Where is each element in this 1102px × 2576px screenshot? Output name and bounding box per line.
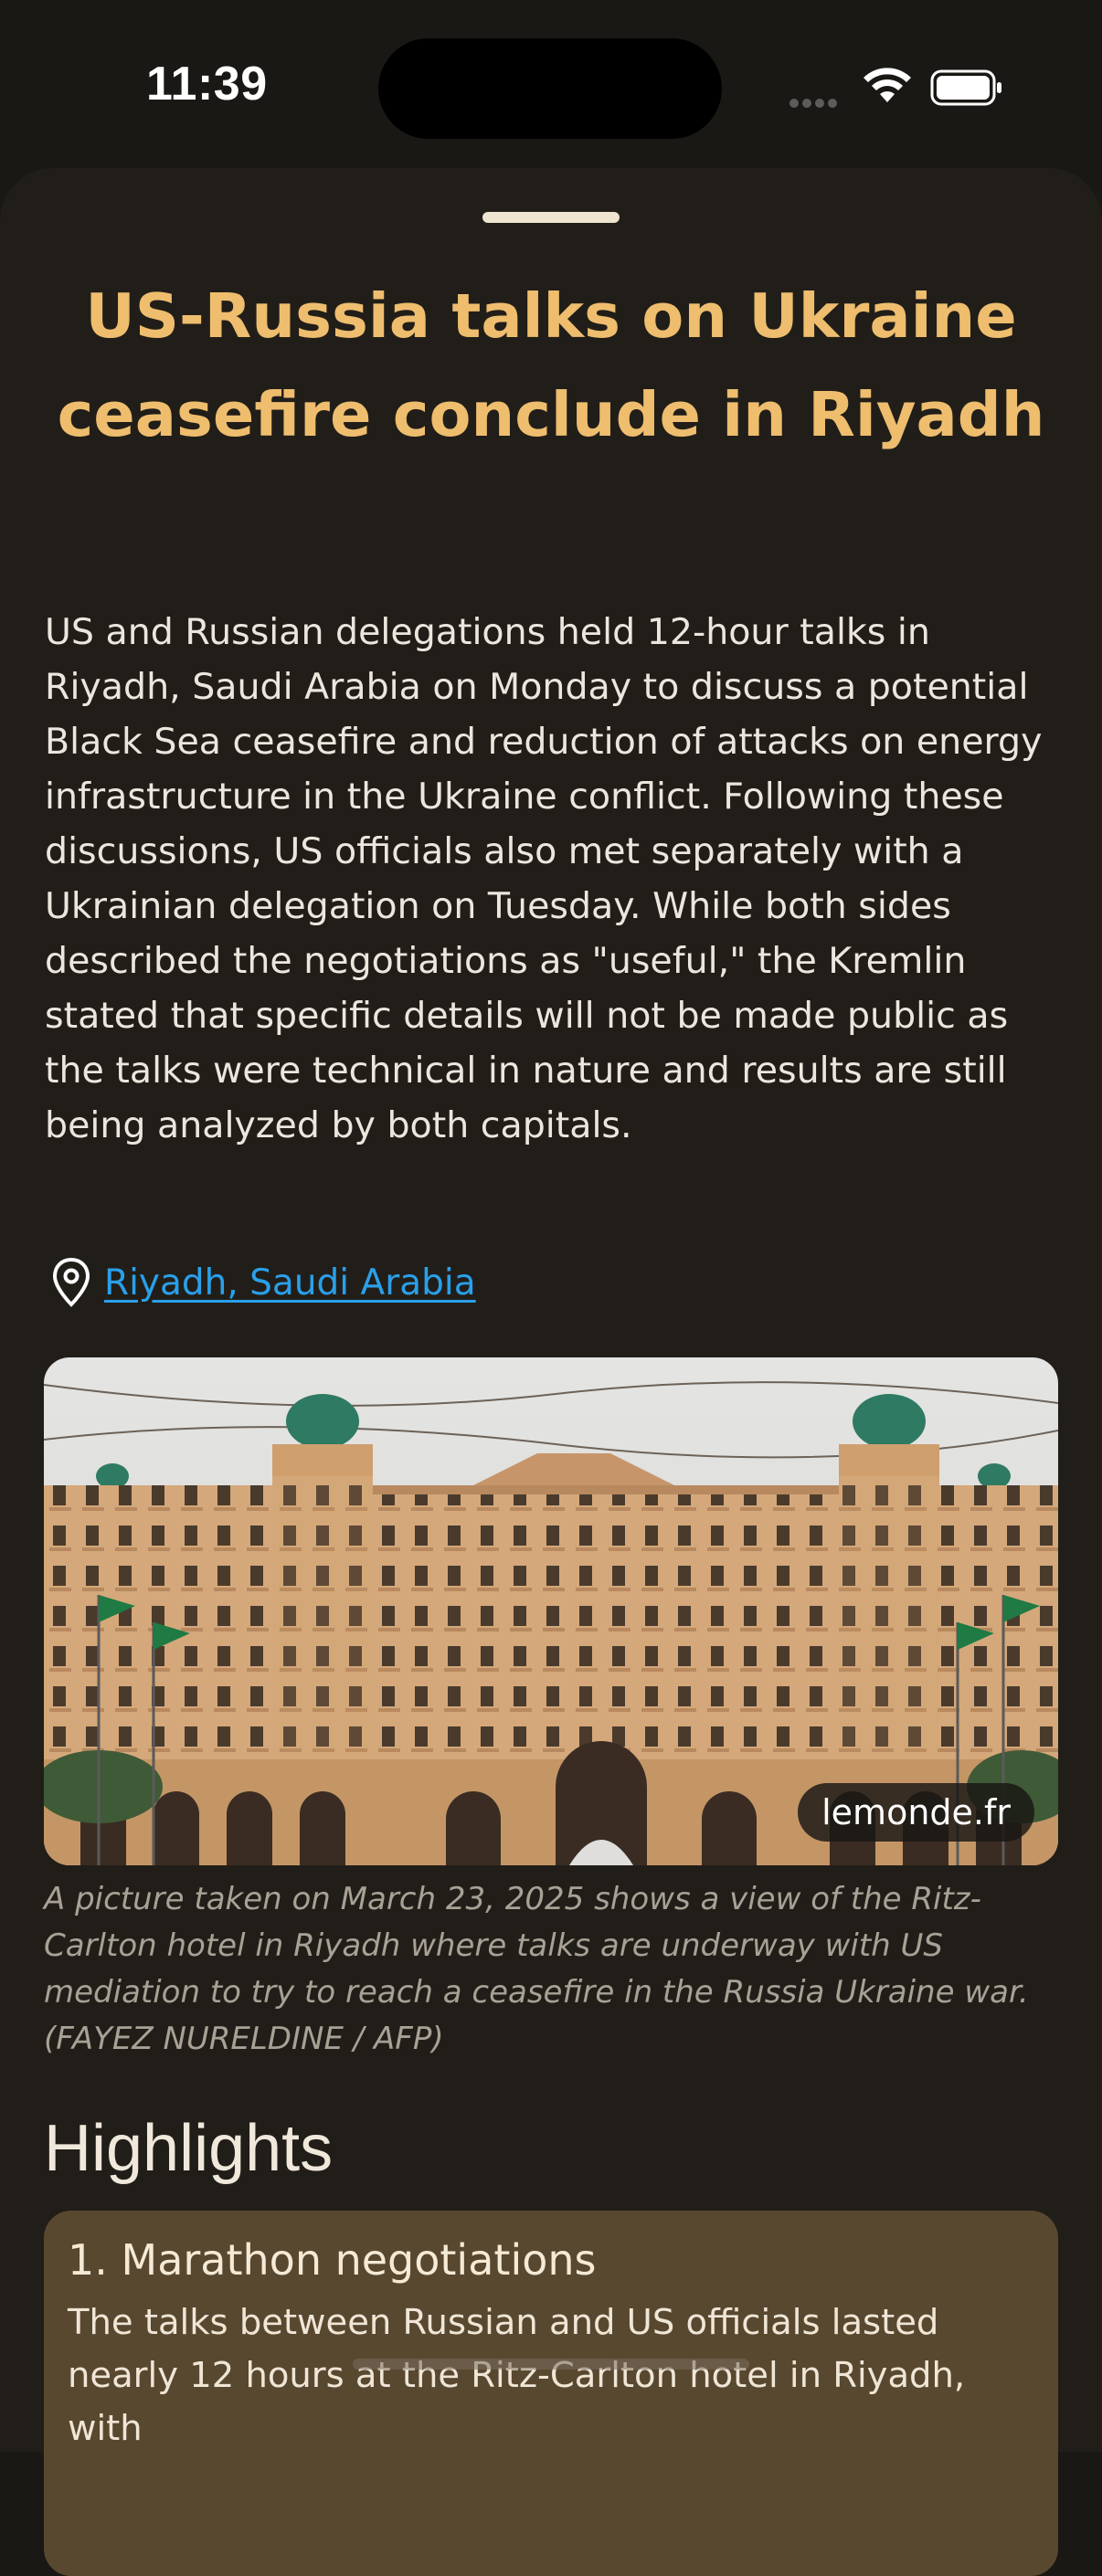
status-time: 11:39 [146,58,268,111]
location-row[interactable]: Riyadh, Saudi Arabia [51,1255,476,1310]
article-summary: US and Russian delegations held 12-hour … [45,611,1043,1146]
highlight-body: The talks between Russian and US officia… [68,2302,966,2449]
highlight-title: 1. Marathon negotiations [68,2235,597,2285]
location-link[interactable]: Riyadh, Saudi Arabia [104,1262,476,1304]
home-indicator[interactable] [353,2359,749,2370]
wifi-icon [864,68,911,102]
location-pin-icon [52,1257,90,1307]
battery-icon [930,69,1001,106]
dynamic-island [378,38,722,139]
image-caption: A picture taken on March 23, 2025 shows … [44,1881,1029,2057]
image-source-badge[interactable]: lemonde.fr [798,1783,1034,1842]
article-headline: US-Russia talks on Ukraine ceasefire con… [57,280,1045,450]
article-photo[interactable]: lemonde.fr [44,1357,1058,1865]
article-sheet: US-Russia talks on Ukraine ceasefire con… [0,168,1102,2576]
highlight-card[interactable]: 1. Marathon negotiations The talks betwe… [44,2211,1058,2576]
status-bar: 11:39 [0,0,1102,169]
cellular-signal-icon [789,94,841,111]
highlights-heading: Highlights [44,2112,334,2185]
sheet-grabber[interactable] [482,212,620,223]
